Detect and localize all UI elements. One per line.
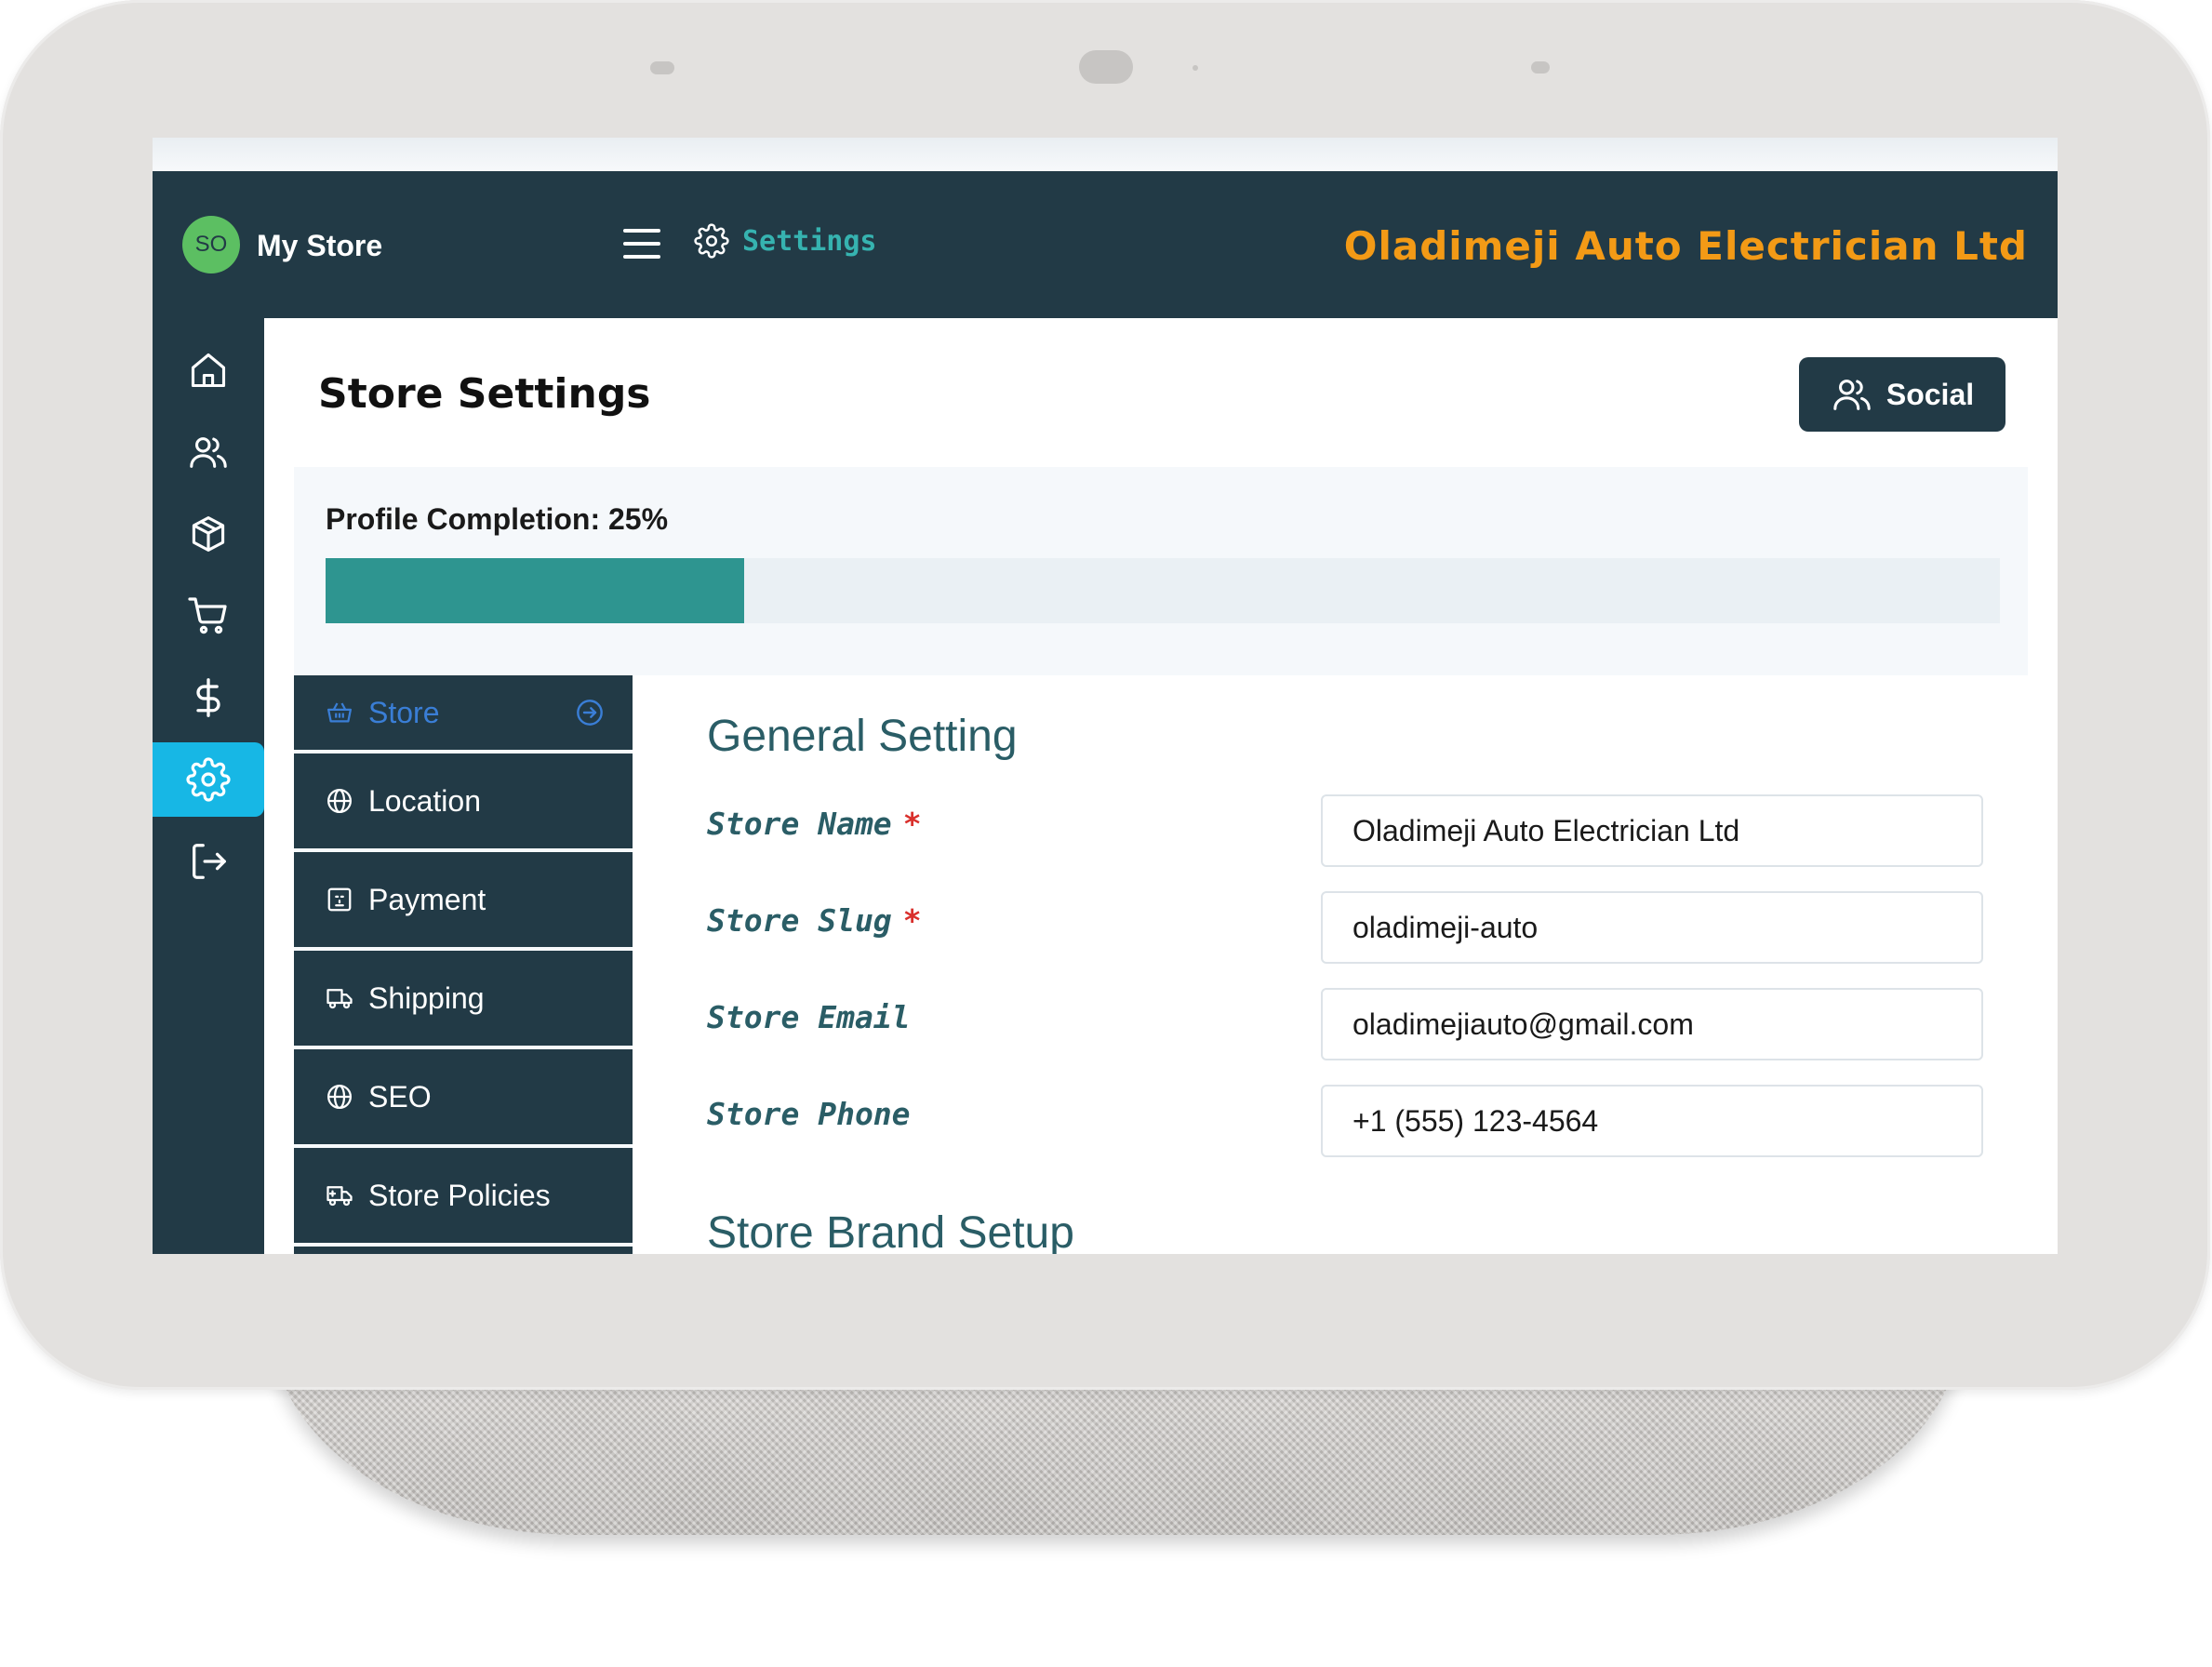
field-label-text: Store Name (707, 806, 892, 842)
section-title-brand: Store Brand Setup (707, 1208, 1074, 1254)
social-button-label: Social (1886, 377, 1975, 411)
cart-icon (188, 597, 227, 634)
device-sensor (1531, 61, 1550, 73)
tab-shipping[interactable]: Shipping (294, 951, 633, 1046)
gear-icon (186, 757, 231, 802)
settings-tabs: Store Location Payment Shipping SEO Stor… (294, 675, 633, 1254)
company-name: Oladimeji Auto Electrician Ltd (1343, 223, 2028, 269)
required-marker: * (902, 806, 922, 842)
store-email-input[interactable] (1321, 988, 1983, 1060)
sidebar-item-logout[interactable] (153, 824, 264, 899)
profile-completion-label: Profile Completion: 25% (326, 502, 669, 536)
gear-icon (694, 223, 729, 259)
required-marker: * (902, 902, 922, 939)
users-icon (190, 437, 227, 468)
sidebar-item-orders[interactable] (153, 579, 264, 653)
device-light-sensor (1193, 65, 1198, 71)
basket-icon (327, 702, 352, 723)
field-label-text: Store Email (707, 999, 911, 1035)
tab-label: Store (368, 695, 440, 729)
device-frame: SO My Store Settings Oladimeji Auto Elec… (0, 0, 2210, 1390)
tab-label: SEO (368, 1079, 432, 1114)
store-slug-input[interactable] (1321, 891, 1983, 964)
tab-location[interactable]: Location (294, 753, 633, 848)
store-slug-label: Store Slug * (707, 902, 922, 939)
dollar-icon (196, 678, 220, 717)
field-label-text: Store Phone (707, 1096, 911, 1132)
truck-icon (326, 989, 353, 1009)
arrow-circle-right-icon[interactable] (575, 698, 605, 727)
tab-label: Shipping (368, 980, 485, 1015)
field-label-text: Store Slug (707, 902, 892, 939)
device-screen: SO My Store Settings Oladimeji Auto Elec… (153, 138, 2058, 1254)
page-header: Store Settings Social (294, 318, 2028, 467)
progress-track (326, 558, 2000, 623)
settings-label: Settings (742, 224, 877, 258)
sidebar-item-settings[interactable] (153, 742, 264, 817)
avatar[interactable]: SO (182, 216, 240, 273)
store-name[interactable]: My Store (257, 229, 382, 263)
sidebar-item-finance[interactable] (153, 660, 264, 735)
profile-completion-card: Profile Completion: 25% (294, 467, 2028, 675)
tab-seo[interactable]: SEO (294, 1049, 633, 1144)
section-title-general: General Setting (707, 712, 1018, 761)
globe-icon (327, 1085, 352, 1109)
device-sensor (650, 61, 674, 74)
device-camera (1079, 50, 1133, 84)
tab-label: Location (368, 783, 481, 818)
tab-next-partial[interactable] (294, 1247, 633, 1254)
sidebar-item-users[interactable] (153, 415, 264, 489)
payment-icon (327, 887, 352, 912)
users-icon (1833, 380, 1871, 410)
tab-label: Payment (368, 882, 486, 916)
social-button[interactable]: Social (1799, 357, 2005, 432)
box-icon (192, 516, 225, 552)
main-content: Store Settings Social Profile Completion… (294, 318, 2028, 1254)
home-icon (191, 353, 226, 388)
store-name-label: Store Name * (707, 806, 922, 842)
screen-top-strip (153, 138, 2058, 171)
page-title: Store Settings (318, 370, 651, 418)
tab-store[interactable]: Store (294, 675, 633, 750)
globe-icon (327, 789, 352, 813)
sidebar-item-products[interactable] (153, 497, 264, 571)
icon-sidebar (153, 318, 264, 1254)
store-phone-input[interactable] (1321, 1085, 1983, 1157)
progress-fill (326, 558, 744, 623)
tab-store-policies[interactable]: Store Policies (294, 1148, 633, 1243)
store-email-label: Store Email (707, 999, 911, 1035)
logout-icon (193, 844, 226, 879)
hamburger-icon[interactable] (623, 229, 660, 260)
tab-label: Store Policies (368, 1178, 551, 1212)
sidebar-item-home[interactable] (153, 333, 264, 407)
store-settings-form: General Setting Store Name* Store Slug* … (633, 675, 2028, 1254)
store-name-input[interactable] (1321, 794, 1983, 867)
store-phone-label: Store Phone (707, 1096, 911, 1132)
tab-payment[interactable]: Payment (294, 852, 633, 947)
settings-breadcrumb[interactable]: Settings (694, 223, 877, 259)
truck-icon (326, 1186, 353, 1207)
top-header: SO My Store Settings Oladimeji Auto Elec… (153, 171, 2058, 318)
